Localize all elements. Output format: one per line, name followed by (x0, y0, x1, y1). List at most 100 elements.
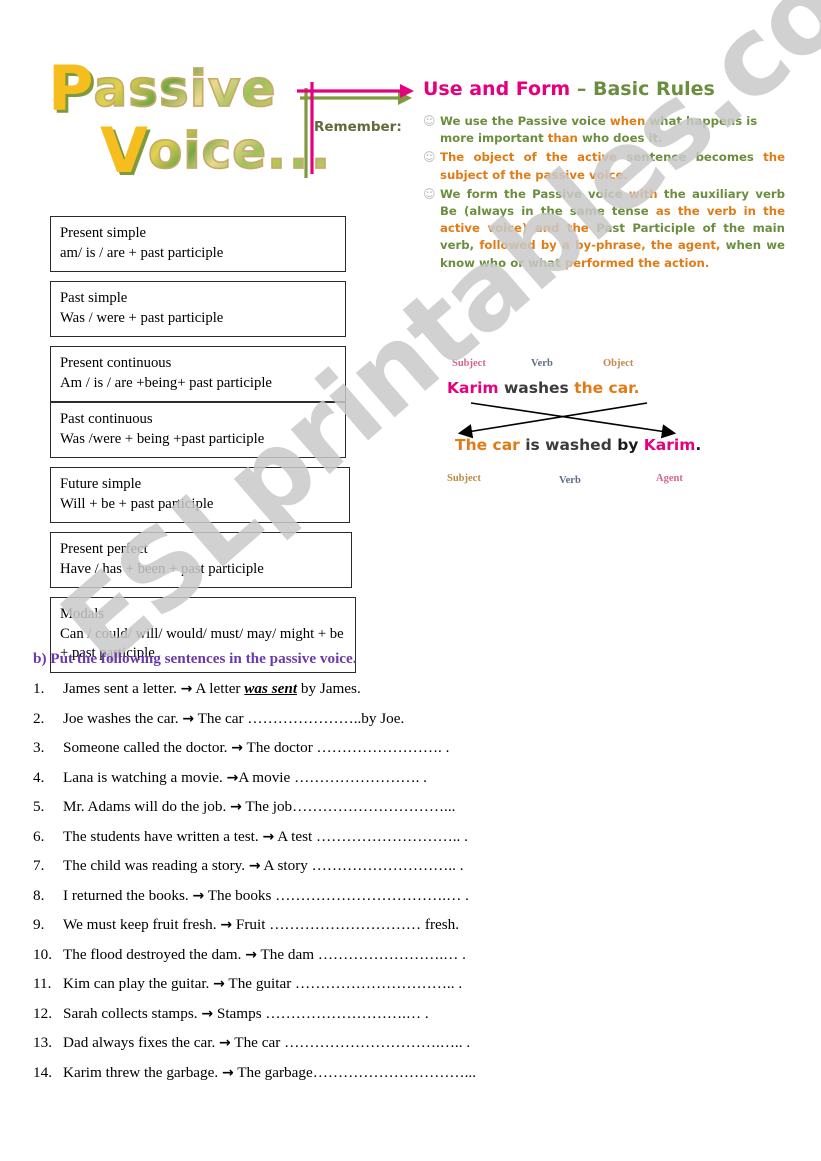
rule-text: We use the Passive voice when what happe… (440, 113, 785, 147)
tense-form: Was / were + past participle (60, 309, 224, 326)
exercise-item-body: Karim threw the garbage. → The garbage……… (63, 1064, 793, 1082)
exercise-item-number: 11. (33, 975, 52, 992)
rule-segment: sentence becomes (626, 150, 754, 165)
exercise-section: b) Put the following sentences in the pa… (33, 650, 793, 1093)
rule-item: ☺ We use the Passive voice when what hap… (423, 113, 785, 147)
active-sentence: Karim washes the car. (447, 379, 640, 397)
crossing-arrows-icon (457, 402, 677, 439)
tense-box: Present continuous Am / is / are +being+… (50, 346, 346, 402)
exercise-item: 14. Karim threw the garbage. → The garbag… (33, 1064, 793, 1082)
exercise-item-body: I returned the books. → The books ………………… (63, 887, 793, 905)
exercise-item-body: The child was reading a story. → A story… (63, 857, 793, 875)
answer-blank[interactable]: …………………………... (292, 798, 455, 815)
exercise-item-number: 12. (33, 1004, 52, 1022)
rules-heading: Use and Form – Basic Rules (423, 78, 785, 100)
exercise-item-body: Mr. Adams will do the job. → The job…………… (63, 798, 793, 816)
passive-prompt-text: The garbage (233, 1063, 313, 1081)
exercise-item: 11. Kim can play the guitar. → The guitar… (33, 975, 793, 993)
exercise-item: 3. Someone called the doctor. → The docto… (33, 739, 793, 757)
tense-box: Past simple Was / were + past participle (50, 281, 346, 337)
answer-blank[interactable]: by James. (297, 680, 361, 697)
active-period: . (633, 379, 640, 397)
arrow-icon: → (221, 1064, 234, 1081)
label-subject-passive: Subject (447, 473, 481, 484)
exercise-item-number: 3. (33, 739, 45, 756)
rules-heading-pink: Use and Form (423, 78, 571, 100)
exercise-item-number: 1. (33, 680, 45, 697)
exercise-item: 13. Dad always fixes the car. → The car …… (33, 1034, 793, 1052)
exercise-item-body: Someone called the doctor. → The doctor … (63, 739, 793, 757)
answer-blank[interactable]: ………………………… fresh. (269, 916, 459, 933)
arrow-icon: → (220, 917, 233, 933)
answer-blank[interactable]: …………………………….… . (275, 887, 469, 904)
sample-answer: was sent (244, 680, 298, 697)
rule-segment: We use the Passive voice (440, 114, 610, 128)
exercise-item: 5. Mr. Adams will do the job. → The job……… (33, 798, 793, 816)
rule-segment: who does it. (577, 131, 663, 146)
active-sentence-text: Kim can play the guitar. (63, 975, 214, 992)
smiley-icon: ☺ (423, 114, 436, 128)
arrow-icon: → (230, 799, 242, 815)
tense-form: Have / has + been + past participle (60, 560, 264, 577)
passive-verb: is washed (519, 436, 618, 454)
arrow-icon: → (182, 710, 195, 727)
tense-form: am/ is / are + past participle (60, 244, 224, 261)
tense-forms-list: Present simple am/ is / are + past parti… (50, 216, 356, 673)
passive-prompt-text: The car (194, 709, 248, 727)
tense-name: Present simple (60, 225, 147, 241)
smiley-icon: ☺ (423, 186, 436, 201)
active-sentence-text: Dad always fixes the car. (63, 1034, 220, 1051)
passive-prompt-text: Fruit (232, 916, 270, 933)
title-letter-p: P (48, 52, 94, 125)
active-sentence-text: The students have written a test. (63, 827, 263, 845)
exercise-item-number: 6. (33, 827, 45, 845)
answer-blank[interactable]: ……………………….. . (316, 828, 468, 845)
answer-blank[interactable]: …………………..by Joe. (247, 710, 404, 727)
active-sentence-text: Mr. Adams will do the job. (63, 798, 231, 815)
exercise-item-number: 8. (33, 886, 45, 904)
passive-sentence: The car is washed by Karim. (455, 436, 701, 454)
title-text-assive: assive (93, 59, 277, 119)
answer-blank[interactable]: ……………………….… . (265, 1005, 428, 1022)
exercise-item: 6. The students have written a test. → A … (33, 828, 793, 846)
active-sentence-text: Someone called the doctor. (63, 739, 232, 756)
passive-by: by (617, 436, 644, 454)
rule-segment: We form the Passive voice (440, 186, 629, 201)
exercise-item-number: 5. (33, 798, 45, 815)
answer-blank[interactable]: ………………………….….. . (284, 1034, 470, 1051)
active-sentence-text: Karim threw the garbage. (63, 1063, 222, 1081)
exercise-item-body: The flood destroyed the dam. → The dam …… (63, 946, 793, 964)
arrow-icon: → (262, 828, 275, 845)
tense-box: Future simple Will + be + past participl… (50, 467, 350, 523)
exercise-item-number: 10. (33, 945, 52, 963)
answer-blank[interactable]: ……………………. . (294, 769, 427, 786)
passive-prompt-text: Stamps (213, 1004, 266, 1022)
page-title: Passive Voice... (48, 52, 331, 187)
answer-blank[interactable]: ………………………….. . (295, 975, 462, 992)
answer-blank[interactable]: ……………………. . (317, 739, 450, 756)
arrow-icon: → (245, 946, 257, 963)
rules-heading-dash: – (576, 78, 587, 100)
arrow-icon: → (226, 769, 239, 786)
passive-prompt-text: The books (204, 886, 276, 904)
passive-prompt-text: The doctor (243, 739, 317, 756)
answer-blank[interactable]: …………………………... (313, 1064, 476, 1081)
arrow-icon: → (219, 1035, 231, 1051)
answer-blank[interactable]: …………………….… . (318, 946, 466, 963)
passive-prompt-text: A movie (238, 768, 295, 786)
exercise-item-number: 14. (33, 1063, 52, 1081)
rule-segment: when (609, 114, 646, 128)
passive-prompt-text: A letter (192, 680, 245, 697)
exercise-item-body: Dad always fixes the car. → The car …………… (63, 1034, 793, 1052)
arrow-icon: → (192, 887, 205, 904)
exercise-item: 2. Joe washes the car. → The car ………………….… (33, 710, 793, 728)
tense-form: Was /were + being +past participle (60, 430, 265, 447)
exercise-item-number: 4. (33, 768, 45, 786)
active-sentence-text: Lana is watching a movie. (63, 768, 227, 786)
exercise-item-number: 9. (33, 916, 45, 933)
arrow-icon: → (180, 681, 193, 697)
answer-blank[interactable]: ……………………….. . (312, 857, 464, 874)
exercise-item-number: 13. (33, 1034, 52, 1051)
sentence-transformation-diagram: Subject Verb Object Karim washes the car… (423, 352, 753, 502)
exercise-item: 9. We must keep fruit fresh. → Fruit …………… (33, 916, 793, 934)
